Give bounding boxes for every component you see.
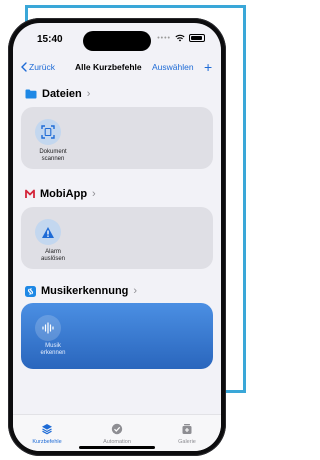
section-header-mobiapp[interactable]: MobiApp › [25,188,96,200]
tab-kurzbefehle[interactable]: Kurzbefehle [17,423,77,445]
wifi-icon [175,34,185,42]
phone-screen: 15:40 •••• Zurück Alle Kurzbefehle Auswä… [13,23,221,451]
tab-automation[interactable]: Automation [87,423,147,445]
warning-icon [35,219,61,245]
home-indicator [79,446,155,449]
shortcut-card-musikerkennung[interactable]: Musik erkennen [21,303,213,369]
chevron-right-icon: › [86,88,91,100]
status-indicators: •••• [157,34,205,42]
page-title: Alle Kurzbefehle [75,62,142,72]
section-title: Musikerkennung [41,285,129,297]
mobiapp-logo-icon [25,189,35,198]
tab-label: Automation [103,439,131,445]
shazam-icon [25,285,36,297]
signal-dots-icon: •••• [157,34,171,42]
back-label: Zurück [29,62,55,72]
chevron-left-icon [21,62,27,72]
section-header-dateien[interactable]: Dateien › [25,88,90,100]
shortcut-label: Dokument scannen [39,149,67,162]
tab-galerie[interactable]: Galerie [157,423,217,445]
dynamic-island [83,31,151,51]
chevron-right-icon: › [133,285,138,297]
layers-icon [42,424,52,435]
automation-clock-icon [111,423,123,435]
tab-label: Kurzbefehle [32,439,62,445]
shortcut-label: Alarm auslösen [40,249,66,262]
tab-bar: Kurzbefehle Automation Galerie [13,414,221,451]
gallery-icon [182,424,192,434]
tab-label: Galerie [178,439,196,445]
folder-icon [25,89,37,99]
phone-frame: 15:40 •••• Zurück Alle Kurzbefehle Auswä… [8,18,226,456]
shortcut-label: Musik erkennen [40,343,66,356]
document-scan-icon [35,119,61,145]
add-shortcut-button[interactable]: + [204,59,212,75]
chevron-right-icon: › [92,188,96,200]
shortcut-card-mobiapp[interactable]: Alarm auslösen [21,207,213,269]
shortcut-card-dateien[interactable]: Dokument scannen [21,107,213,169]
section-header-musikerkennung[interactable]: Musikerkennung › [25,285,137,297]
select-button[interactable]: Auswählen [152,62,194,72]
back-button[interactable]: Zurück [21,62,55,72]
section-title: MobiApp [40,188,88,200]
status-time: 15:40 [37,34,63,45]
waveform-icon [35,315,61,341]
battery-icon [189,34,205,42]
navigation-bar: Zurück Alle Kurzbefehle Auswählen + [13,59,221,78]
section-title: Dateien [42,88,82,100]
